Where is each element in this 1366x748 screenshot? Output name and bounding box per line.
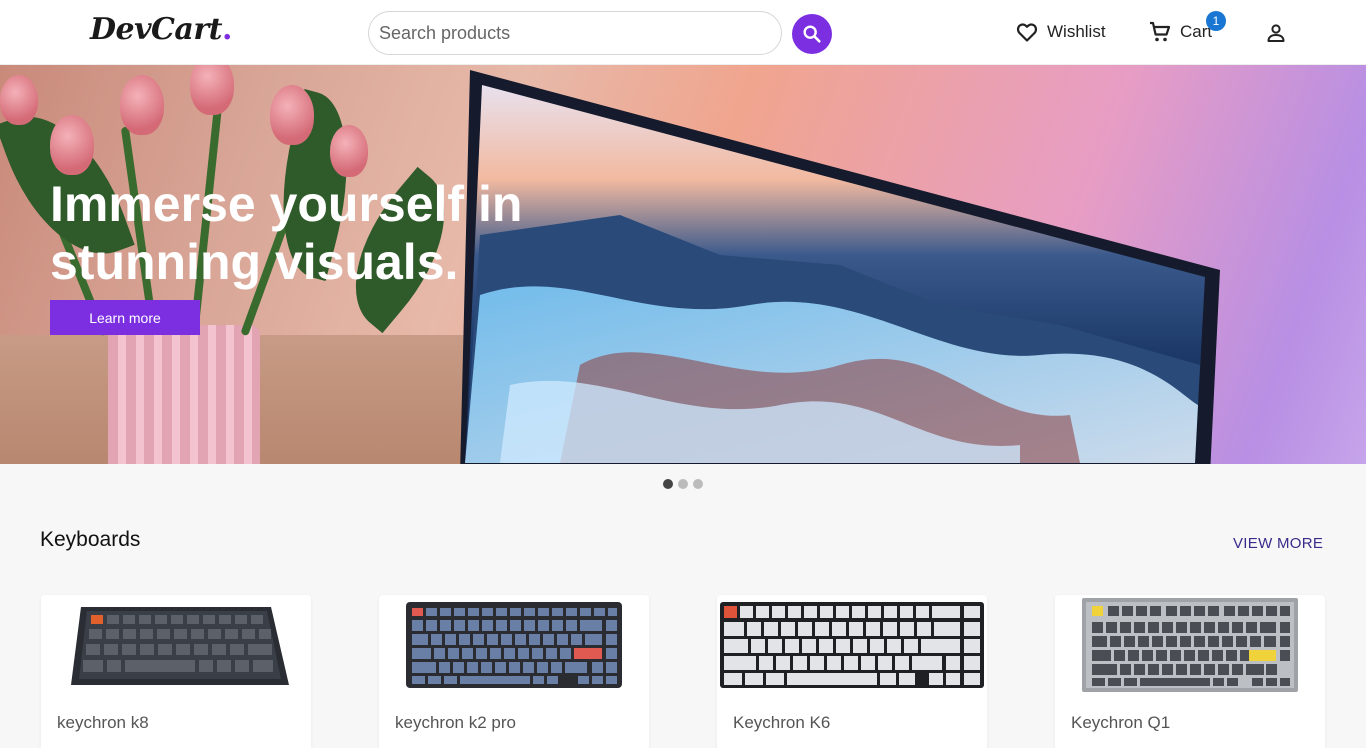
product-card[interactable]: keychron k2 pro [379,595,649,748]
section-title: Keyboards [40,528,141,551]
search-icon [803,25,821,43]
logo-text: DevCart [90,12,223,47]
tulip-flower [0,75,38,125]
cart-icon [1150,21,1171,42]
search-input[interactable] [369,12,781,54]
tulip-flower [120,75,164,135]
product-image [379,595,649,695]
carousel-dot-2[interactable] [678,479,688,489]
heart-icon [1016,23,1038,42]
account-icon [1267,24,1285,42]
search-button[interactable] [792,14,832,54]
keyboard-image [720,602,984,688]
account-button[interactable] [1264,21,1288,50]
product-image [717,595,987,695]
tulip-flower [50,115,94,175]
cart-link[interactable]: Cart [1148,20,1212,44]
tulip-flower [270,85,314,145]
cart-count-badge: 1 [1206,11,1226,31]
product-card[interactable]: Keychron K6 [717,595,987,748]
product-image [41,595,311,695]
site-header: DevCart. Wishlist Cart 1 [0,0,1366,65]
view-more-link[interactable]: VIEW MORE [1233,535,1323,552]
logo-dot: . [222,12,232,47]
product-name: keychron k8 [57,713,149,732]
product-card[interactable]: keychron k8 [41,595,311,748]
wishlist-link[interactable]: Wishlist [1015,20,1106,44]
carousel-dot-3[interactable] [693,479,703,489]
product-image [1055,595,1325,695]
tulip-flower [190,65,234,115]
product-card[interactable]: Keychron Q1 [1055,595,1325,748]
product-name: keychron k2 pro [395,713,516,732]
keyboard-image [406,602,622,688]
hero-vase [108,325,260,464]
keyboard-image [1082,598,1298,692]
carousel-indicators [663,479,703,489]
hero-title: Immerse yourself in stunning visuals. [50,176,523,290]
keyboard-image [71,607,289,685]
tulip-flower [330,125,368,177]
hero-banner: Immerse yourself in stunning visuals. Le… [0,65,1366,464]
search-box [368,11,782,55]
wishlist-label: Wishlist [1047,22,1106,41]
product-name: Keychron Q1 [1071,713,1171,732]
logo[interactable]: DevCart. [90,12,232,47]
learn-more-button[interactable]: Learn more [50,300,200,335]
carousel-dot-1[interactable] [663,479,673,489]
product-name: Keychron K6 [733,713,831,732]
